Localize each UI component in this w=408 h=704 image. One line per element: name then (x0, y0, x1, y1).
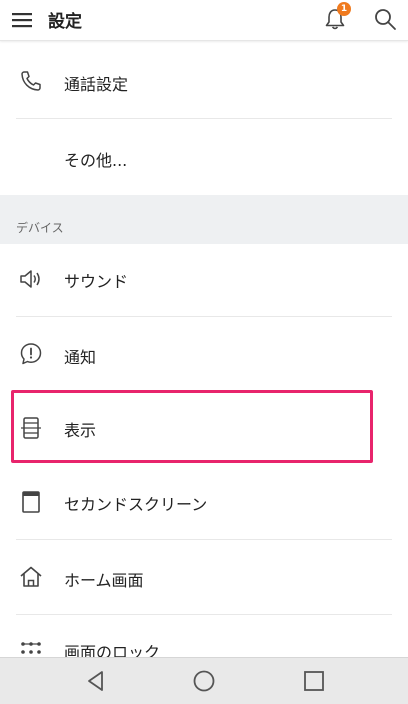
home-circle-icon[interactable] (190, 667, 218, 695)
phone-icon (21, 71, 41, 91)
menu-icon[interactable] (10, 8, 34, 32)
section-title: デバイス (16, 221, 64, 235)
list-item-label: 通知 (64, 348, 97, 367)
list-item-call-settings[interactable]: 通話設定 (0, 44, 408, 118)
lock-screen-grid-icon (21, 642, 41, 654)
list-item-label: 画面のロック (64, 643, 161, 657)
search-icon[interactable] (372, 6, 398, 32)
list-item-home-screen[interactable]: ホーム画面 (0, 540, 408, 614)
page-title: 設定 (48, 12, 82, 32)
section-header-devices: デバイス (0, 195, 408, 244)
notification-alert-icon (20, 343, 42, 365)
list-item-label: 通話設定 (64, 75, 129, 94)
highlight-box (11, 390, 373, 463)
speaker-icon (20, 270, 40, 288)
second-screen-icon (22, 491, 40, 513)
home-icon (20, 566, 42, 587)
list-item-second-screen[interactable]: セカンドスクリーン (0, 466, 408, 539)
recents-icon[interactable] (300, 667, 328, 695)
list-item-sound[interactable]: サウンド (0, 244, 408, 316)
list-item-notification[interactable]: 通知 (0, 317, 408, 391)
list-item-label: その他... (64, 151, 128, 170)
list-item-label: セカンドスクリーン (64, 495, 208, 514)
back-icon[interactable] (82, 667, 110, 695)
list-item-label: サウンド (64, 272, 129, 291)
app-bar: 設定 1 (0, 0, 408, 41)
list-item-label: ホーム画面 (64, 571, 144, 590)
list-item-other[interactable]: その他... (0, 119, 408, 194)
list-item-screen-lock[interactable]: 画面のロック (0, 615, 408, 657)
notification-badge: 1 (337, 2, 351, 16)
system-navigation-bar (0, 657, 408, 704)
